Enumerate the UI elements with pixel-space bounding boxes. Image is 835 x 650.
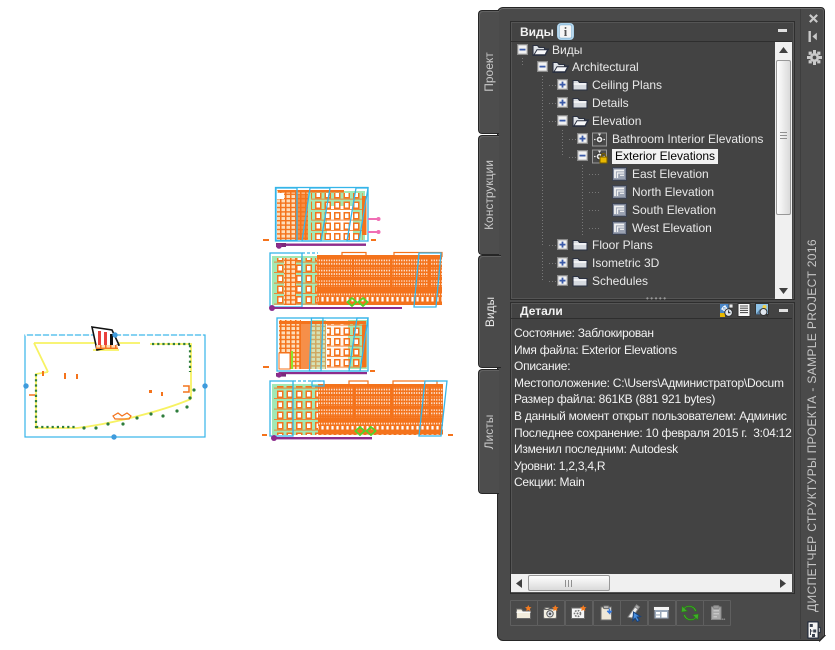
svg-text:i: i <box>564 25 568 39</box>
